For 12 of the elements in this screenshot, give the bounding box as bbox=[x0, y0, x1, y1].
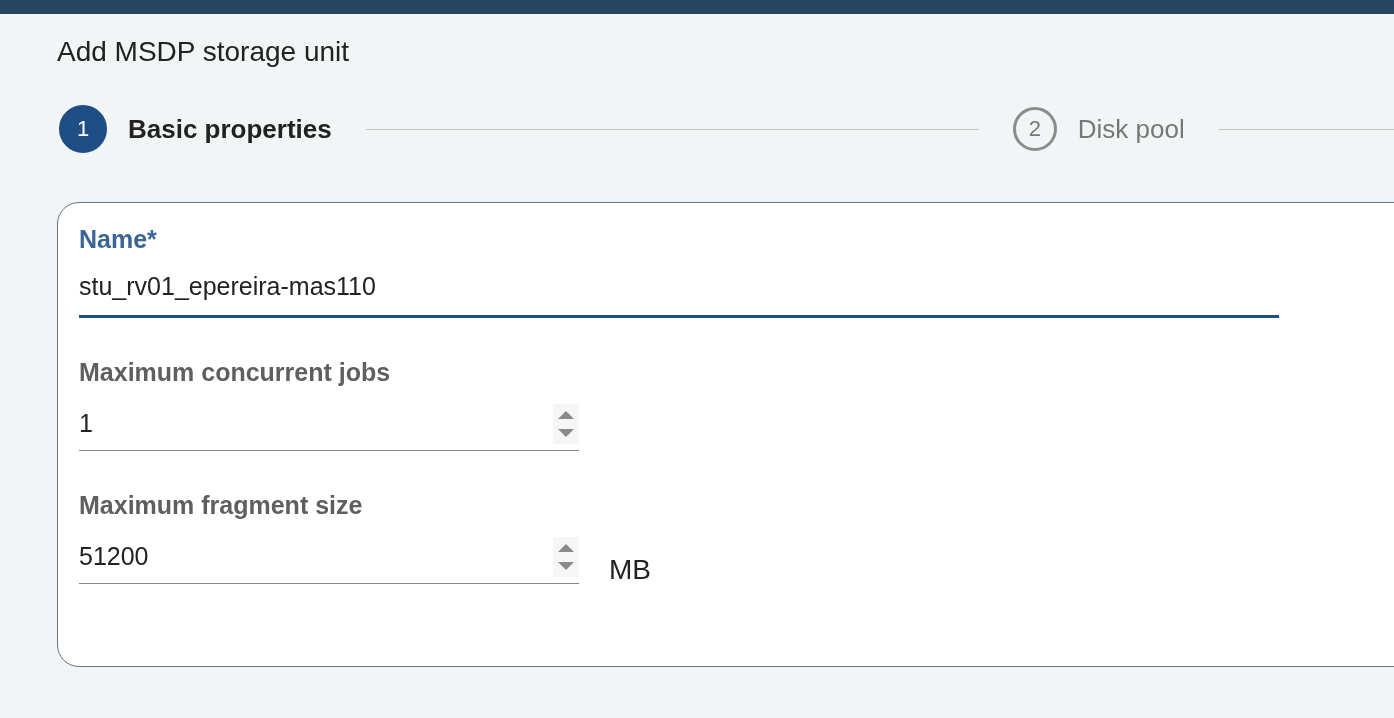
page-title: Add MSDP storage unit bbox=[57, 36, 351, 68]
step-tab[interactable]: 2 Disk pool bbox=[1012, 107, 1185, 151]
unit-label: MB bbox=[609, 554, 651, 586]
step-tab[interactable]: 1 Basic properties bbox=[59, 105, 332, 153]
field-label: Name* bbox=[79, 225, 158, 254]
name-input-field[interactable]: stu_rv01_epereira-mas110 bbox=[79, 254, 1279, 318]
field-label: Maximum fragment size bbox=[79, 491, 364, 520]
spinner-arrows-icon[interactable] bbox=[553, 536, 579, 577]
field-label: Maximum concurrent jobs bbox=[79, 358, 392, 387]
spinner-arrows-icon[interactable] bbox=[553, 403, 579, 444]
number-input-field[interactable]: 51200 bbox=[79, 530, 579, 584]
number-input-field[interactable]: 1 bbox=[79, 397, 579, 451]
